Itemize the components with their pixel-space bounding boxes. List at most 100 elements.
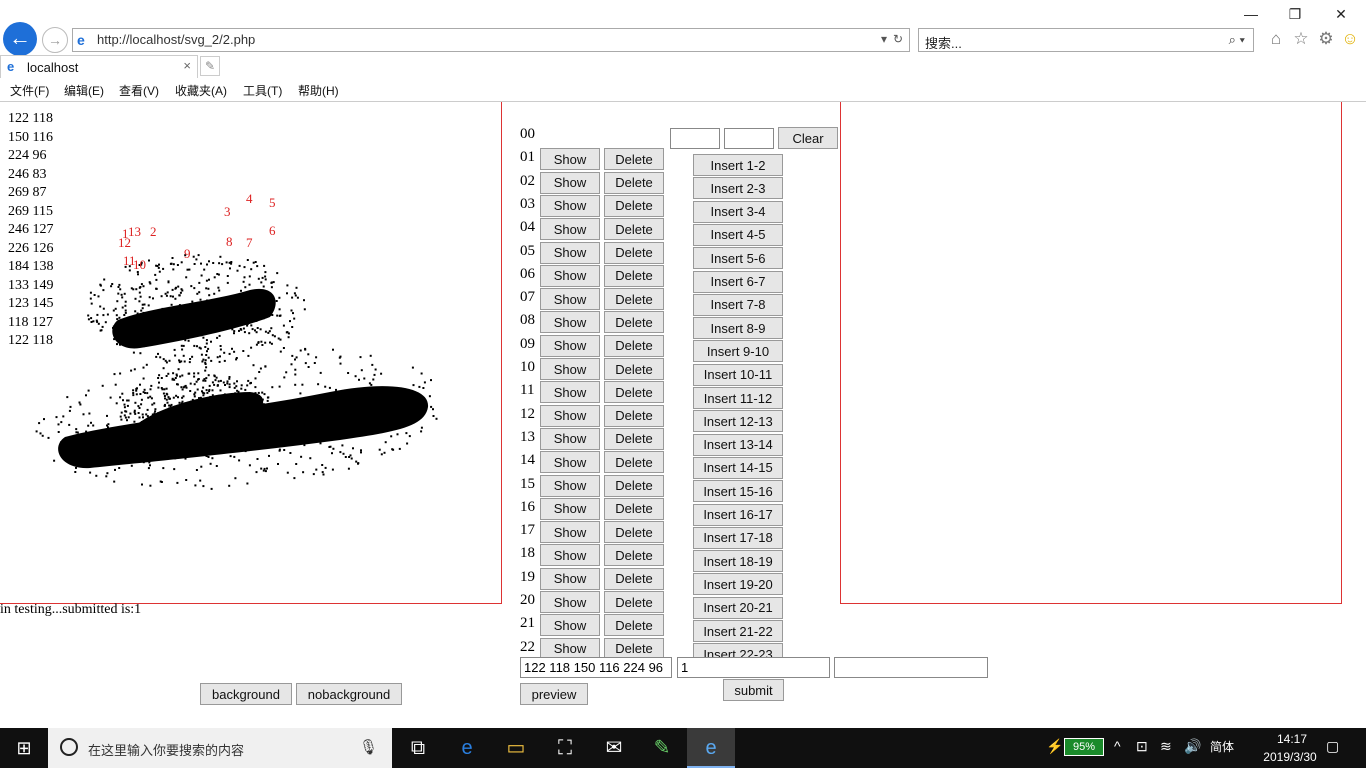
- tab-localhost[interactable]: e localhost ×: [0, 55, 198, 78]
- battery-indicator[interactable]: 95%: [1064, 738, 1104, 756]
- insert-button[interactable]: Insert 5-6: [693, 247, 783, 270]
- back-button[interactable]: ←: [3, 22, 37, 56]
- volume-icon[interactable]: 🔊: [1184, 738, 1201, 755]
- show-button[interactable]: Show: [540, 148, 600, 171]
- insert-button[interactable]: Insert 14-15: [693, 456, 783, 479]
- show-button[interactable]: Show: [540, 194, 600, 217]
- show-button[interactable]: Show: [540, 264, 600, 287]
- show-button[interactable]: Show: [540, 311, 600, 334]
- forward-button[interactable]: →: [42, 27, 68, 53]
- delete-button[interactable]: Delete: [604, 358, 664, 380]
- insert-button[interactable]: Insert 7-8: [693, 293, 783, 316]
- notepad-icon[interactable]: ✎: [638, 728, 686, 768]
- file-explorer-icon[interactable]: ▭: [492, 728, 540, 768]
- show-button[interactable]: Show: [540, 358, 600, 380]
- delete-button[interactable]: Delete: [604, 451, 664, 474]
- menu-view[interactable]: 查看(V): [119, 82, 159, 99]
- delete-button[interactable]: Delete: [604, 474, 664, 497]
- clock-date[interactable]: 2019/3/30: [1250, 750, 1330, 764]
- menu-favorites[interactable]: 收藏夹(A): [175, 82, 227, 99]
- chevron-up-icon[interactable]: ^: [1114, 738, 1121, 754]
- extra-input[interactable]: [834, 657, 988, 678]
- insert-button[interactable]: Insert 15-16: [693, 480, 783, 503]
- menu-help[interactable]: 帮助(H): [298, 82, 339, 99]
- delete-button[interactable]: Delete: [604, 567, 664, 590]
- delete-button[interactable]: Delete: [604, 591, 664, 613]
- show-button[interactable]: Show: [540, 171, 600, 194]
- delete-button[interactable]: Delete: [604, 497, 664, 520]
- wifi-icon[interactable]: ≋: [1160, 738, 1172, 755]
- show-button[interactable]: Show: [540, 218, 600, 241]
- insert-button[interactable]: Insert 19-20: [693, 573, 783, 596]
- coords-input[interactable]: [520, 657, 672, 678]
- menu-tools[interactable]: 工具(T): [243, 82, 282, 99]
- taskbar-search[interactable]: 在这里输入你要搜索的内容 🎙: [48, 728, 392, 768]
- delete-button[interactable]: Delete: [604, 194, 664, 217]
- delete-button[interactable]: Delete: [604, 171, 664, 194]
- search-input[interactable]: 搜索...: [925, 33, 962, 52]
- background-button[interactable]: background: [200, 683, 292, 705]
- delete-button[interactable]: Delete: [604, 148, 664, 171]
- delete-button[interactable]: Delete: [604, 241, 664, 264]
- submit-button[interactable]: submit: [723, 679, 784, 701]
- internet-explorer-icon[interactable]: e: [687, 728, 735, 768]
- delete-button[interactable]: Delete: [604, 521, 664, 544]
- show-button[interactable]: Show: [540, 381, 600, 404]
- insert-button[interactable]: Insert 21-22: [693, 620, 783, 642]
- show-button[interactable]: Show: [540, 567, 600, 590]
- mail-icon[interactable]: ✉: [590, 728, 638, 768]
- insert-button[interactable]: Insert 18-19: [693, 550, 783, 573]
- minimize-button[interactable]: —: [1236, 4, 1266, 24]
- delete-button[interactable]: Delete: [604, 614, 664, 637]
- ime-indicator[interactable]: 简体: [1210, 738, 1234, 755]
- show-button[interactable]: Show: [540, 427, 600, 450]
- close-window-button[interactable]: ✕: [1326, 4, 1356, 24]
- taskbar-search-input[interactable]: 在这里输入你要搜索的内容: [88, 740, 244, 759]
- show-button[interactable]: Show: [540, 614, 600, 637]
- address-url[interactable]: http://localhost/svg_2/2.php: [97, 32, 255, 47]
- clock-time[interactable]: 14:17: [1262, 732, 1322, 746]
- preview-button[interactable]: preview: [520, 683, 588, 705]
- nobackground-button[interactable]: nobackground: [296, 683, 402, 705]
- insert-button[interactable]: Insert 2-3: [693, 177, 783, 200]
- y-field[interactable]: [724, 128, 774, 149]
- insert-button[interactable]: Insert 4-5: [693, 223, 783, 246]
- menu-edit[interactable]: 编辑(E): [64, 82, 104, 99]
- show-button[interactable]: Show: [540, 334, 600, 357]
- home-icon[interactable]: ⌂: [1266, 29, 1286, 49]
- delete-button[interactable]: Delete: [604, 264, 664, 287]
- delete-button[interactable]: Delete: [604, 427, 664, 450]
- count-input[interactable]: [677, 657, 830, 678]
- store-icon[interactable]: ⛶: [541, 728, 589, 768]
- delete-button[interactable]: Delete: [604, 381, 664, 404]
- restore-button[interactable]: ❐: [1280, 4, 1310, 24]
- gear-icon[interactable]: ⚙: [1316, 29, 1336, 49]
- task-view-icon[interactable]: ⧉: [394, 728, 442, 768]
- insert-button[interactable]: Insert 17-18: [693, 526, 783, 549]
- show-button[interactable]: Show: [540, 591, 600, 613]
- new-tab-icon[interactable]: ✎: [200, 56, 220, 76]
- show-button[interactable]: Show: [540, 451, 600, 474]
- insert-button[interactable]: Insert 10-11: [693, 363, 783, 386]
- smiley-feedback-icon[interactable]: ☺: [1340, 29, 1360, 49]
- clear-button[interactable]: Clear: [778, 127, 838, 149]
- microphone-icon[interactable]: 🎙: [359, 738, 378, 756]
- show-button[interactable]: Show: [540, 241, 600, 264]
- delete-button[interactable]: Delete: [604, 544, 664, 567]
- show-button[interactable]: Show: [540, 404, 600, 427]
- refresh-icon[interactable]: ↻: [893, 32, 903, 46]
- show-button[interactable]: Show: [540, 521, 600, 544]
- dropdown-icon[interactable]: ▾: [881, 32, 887, 46]
- insert-button[interactable]: Insert 3-4: [693, 200, 783, 223]
- favorites-star-icon[interactable]: ☆: [1291, 29, 1311, 49]
- insert-button[interactable]: Insert 6-7: [693, 270, 783, 293]
- insert-button[interactable]: Insert 11-12: [693, 387, 783, 409]
- search-box[interactable]: 搜索... ⌕ ▾: [918, 28, 1254, 52]
- show-button[interactable]: Show: [540, 544, 600, 567]
- insert-button[interactable]: Insert 1-2: [693, 154, 783, 176]
- tab-close-button[interactable]: ×: [183, 58, 191, 73]
- show-button[interactable]: Show: [540, 288, 600, 311]
- insert-button[interactable]: Insert 13-14: [693, 433, 783, 456]
- delete-button[interactable]: Delete: [604, 311, 664, 334]
- show-button[interactable]: Show: [540, 474, 600, 497]
